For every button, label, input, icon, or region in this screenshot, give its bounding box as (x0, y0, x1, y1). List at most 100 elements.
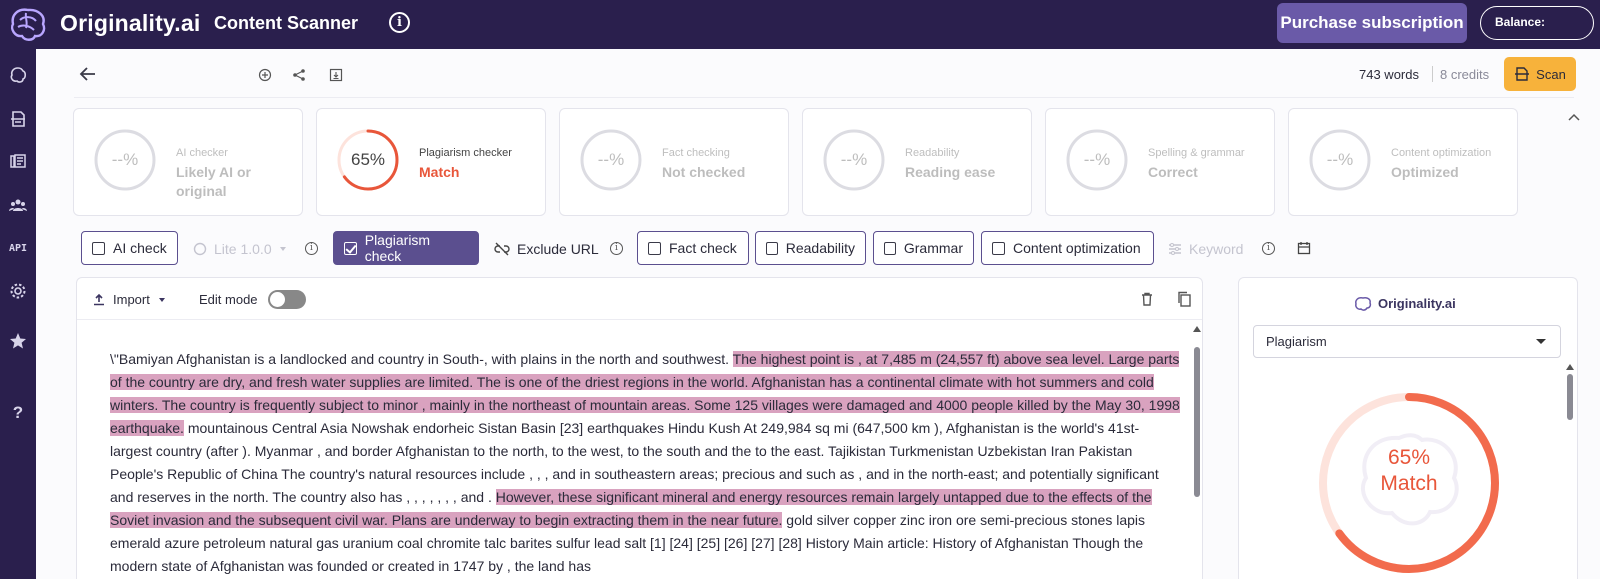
scan-icon (1515, 67, 1530, 81)
top-bar: Originality.ai Content Scanner i Purchas… (0, 0, 1600, 49)
scroll-up-arrow-icon[interactable] (1566, 364, 1574, 370)
checkbox[interactable] (92, 241, 105, 255)
page-title: Content Scanner (214, 13, 359, 33)
help-icon[interactable]: ? (8, 403, 28, 423)
plagiarism-check-label: Plagiarism check (364, 232, 431, 264)
score-value: 65% (350, 150, 386, 169)
content-optimization-label: Content optimization (1013, 240, 1141, 256)
edit-mode-label: Edit mode (199, 292, 258, 307)
exclude-url-button[interactable]: Exclude URL (494, 241, 599, 257)
gear-icon[interactable] (8, 281, 28, 301)
editor-scrollbar[interactable] (1192, 322, 1202, 579)
checkbox[interactable] (992, 241, 1005, 255)
fact-check-label: Fact check (669, 240, 737, 256)
grammar-label: Grammar (903, 240, 963, 256)
team-icon[interactable] (8, 195, 28, 215)
credit-count: 8 credits (1440, 67, 1490, 82)
plagiarized-segment: The is one of the driest regions in the … (476, 374, 752, 390)
plagiarized-segment: Plans are underway to begin extracting t… (391, 512, 783, 528)
card-label: Readability (905, 147, 960, 159)
model-select[interactable]: Lite 1.0.0 (193, 241, 287, 257)
edit-mode-toggle[interactable] (268, 290, 306, 309)
checker-card[interactable]: --% Fact checking Not checked (559, 108, 789, 216)
scan-label: Scan (1536, 66, 1566, 82)
score-value: --% (597, 150, 625, 169)
editor-panel: Import Edit mode \"Bamiyan Afghanistan i… (76, 277, 1203, 579)
brain-icon[interactable] (8, 65, 28, 85)
content-optimization-toggle[interactable]: Content optimization (981, 231, 1154, 265)
trash-icon[interactable] (1141, 292, 1153, 306)
calendar-icon[interactable] (1297, 241, 1311, 255)
chevron-down-icon (279, 247, 286, 251)
ai-check-toggle[interactable]: AI check (81, 231, 178, 265)
download-icon[interactable] (329, 68, 343, 82)
model-label: Lite 1.0.0 (214, 241, 272, 257)
info-icon[interactable]: i (610, 242, 623, 255)
checkbox[interactable] (766, 241, 778, 255)
checker-card[interactable]: 65% Plagiarism checker Match (316, 108, 546, 216)
result-panel: Originality.ai Plagiarism 65% Match (1238, 277, 1578, 579)
result-scrollbar[interactable] (1565, 362, 1575, 579)
copy-icon[interactable] (1177, 291, 1191, 307)
balance-badge[interactable]: Balance: (1480, 6, 1594, 40)
info-icon[interactable]: i (389, 12, 410, 33)
info-icon[interactable]: i (305, 242, 318, 255)
api-icon[interactable]: API (8, 238, 28, 258)
card-value: Reading ease (905, 164, 996, 180)
back-arrow-icon[interactable] (78, 64, 98, 84)
keyword-button[interactable]: Keyword (1168, 241, 1243, 257)
scroll-up-arrow-icon[interactable] (1193, 326, 1201, 332)
purchase-subscription-button[interactable]: Purchase subscription (1277, 3, 1467, 43)
document-scan-icon[interactable] (8, 109, 28, 129)
scrollbar-thumb[interactable] (1194, 347, 1200, 497)
brand-name[interactable]: Originality.ai (60, 10, 200, 37)
checker-card[interactable]: --% Spelling & grammar Correct (1045, 108, 1275, 216)
library-icon[interactable] (8, 151, 28, 171)
plagiarized-segment: The country is frequently subject to min… (161, 397, 695, 413)
checker-card[interactable]: --% Content optimization Optimized (1288, 108, 1518, 216)
checkbox[interactable] (884, 241, 896, 255)
checker-card[interactable]: --% AI checker Likely AI or original (73, 108, 303, 216)
card-label: Fact checking (662, 147, 730, 159)
ai-check-label: AI check (113, 240, 167, 256)
upload-icon (94, 293, 104, 306)
chevron-down-icon (158, 297, 165, 302)
card-value: Likely AI or original (176, 164, 251, 199)
card-value: Correct (1148, 164, 1198, 180)
sidebar: API ? (0, 49, 36, 579)
grammar-toggle[interactable]: Grammar (873, 231, 974, 265)
card-value: Optimized (1391, 164, 1459, 180)
exclude-url-label: Exclude URL (517, 241, 599, 257)
checkbox[interactable] (648, 241, 661, 255)
checker-card[interactable]: --% Readability Reading ease (802, 108, 1032, 216)
readability-label: Readability (785, 240, 855, 256)
result-panel-brand: Originality.ai (1354, 296, 1456, 311)
share-icon[interactable] (292, 68, 306, 82)
info-icon[interactable]: i (1262, 242, 1275, 255)
brain-icon (193, 242, 207, 256)
brain-logo-icon[interactable] (6, 4, 50, 44)
card-label: Spelling & grammar (1148, 147, 1245, 159)
fact-check-toggle[interactable]: Fact check (637, 231, 749, 265)
import-label: Import (113, 292, 150, 307)
readability-toggle[interactable]: Readability (755, 231, 866, 265)
chevron-up-icon[interactable] (1567, 112, 1581, 122)
result-brand-label: Originality.ai (1378, 296, 1456, 311)
star-icon[interactable] (8, 331, 28, 351)
divider (1432, 66, 1433, 82)
add-circle-icon[interactable] (258, 68, 272, 82)
text-segment: \"Bamiyan Afghanistan is a landlocked an… (110, 351, 733, 367)
score-label: Match (1380, 472, 1438, 495)
scan-button[interactable]: Scan (1504, 57, 1576, 91)
import-button[interactable]: Import (93, 292, 166, 307)
plagiarism-check-toggle[interactable]: Plagiarism check (333, 231, 479, 265)
score-value: --% (111, 150, 139, 169)
checkbox-checked[interactable] (344, 241, 357, 255)
view-select[interactable]: Plagiarism (1253, 325, 1561, 358)
scanned-text[interactable]: \"Bamiyan Afghanistan is a landlocked an… (110, 348, 1180, 578)
card-label: Content optimization (1391, 147, 1492, 159)
score-value: --% (840, 150, 868, 169)
scrollbar-thumb[interactable] (1567, 374, 1573, 420)
sliders-icon (1169, 243, 1181, 255)
score-value: --% (1326, 150, 1354, 169)
